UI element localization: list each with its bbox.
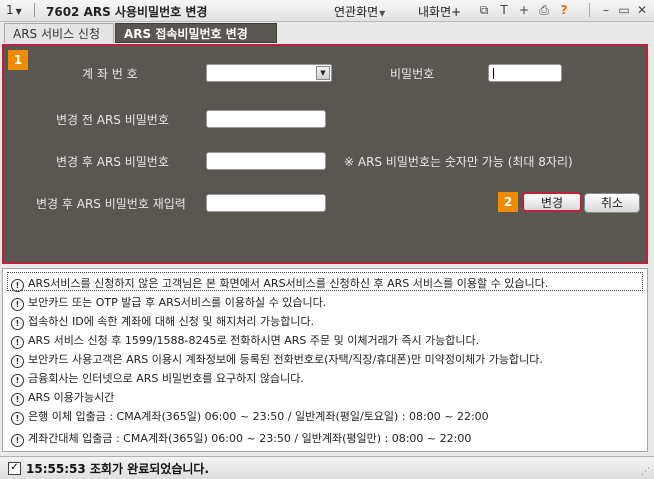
password-rule-note: ※ ARS 비밀번호는 숫자만 가능 (최대 8자리): [344, 155, 573, 169]
confirm-password-input[interactable]: [206, 194, 326, 212]
after-password-input[interactable]: [206, 152, 326, 170]
before-password-label: 변경 전 ARS 비밀번호: [56, 113, 169, 127]
divider: [34, 3, 35, 17]
print-icon[interactable]: ⎙: [536, 2, 552, 18]
chevron-down-icon: ▼: [379, 9, 386, 18]
related-screen-label: 연관화면: [334, 5, 379, 19]
info-text: ARS서비스를 신청하지 않은 고객님은 본 화면에서 ARS서비스를 신청하신…: [28, 277, 549, 290]
info-icon: !: [11, 393, 24, 406]
info-line: ! ARS서비스를 신청하지 않은 고객님은 본 화면에서 ARS서비스를 신청하…: [11, 275, 548, 292]
resize-grip-icon[interactable]: ⋰: [641, 467, 651, 477]
tab-ars-service-apply[interactable]: ARS 서비스 신청: [4, 23, 114, 43]
password-change-panel: 1 계 좌 번 호 ▼ 비밀번호 변경 전 ARS 비밀번호 변경 후 ARS …: [2, 44, 648, 264]
info-line: ! 보안카드 사용고객은 ARS 이용시 계좌정보에 등록된 전화번호로(자택/직…: [11, 351, 543, 368]
info-text: 계좌간대체 입출금 : CMA계좌(365일) 06:00 ~ 23:50 / …: [28, 432, 472, 445]
info-icon: !: [11, 336, 24, 349]
change-button[interactable]: 변경: [522, 192, 582, 212]
chevron-down-icon: ▼: [15, 7, 22, 16]
tab-bar: ARS 서비스 신청 ARS 접속비밀번호 변경: [0, 22, 654, 44]
step-badge-1: 1: [8, 50, 28, 70]
before-password-input[interactable]: [206, 110, 326, 128]
status-message: 15:55:53 조회가 완료되었습니다.: [26, 462, 210, 476]
info-line: ! ARS 서비스 신청 후 1599/1588-8245로 전화하시면 ARS …: [11, 332, 479, 349]
info-line: ! 금융회사는 인터넷으로 ARS 비밀번호를 요구하지 않습니다.: [11, 370, 304, 387]
plus-icon: +: [451, 5, 462, 19]
chevron-down-icon[interactable]: ▼: [316, 66, 330, 80]
window-title: 7602 ARS 사용비밀번호 변경: [46, 5, 208, 19]
screen-number: 1: [6, 3, 14, 17]
check-icon: ✓: [8, 462, 21, 475]
info-line: ! 접속하신 ID에 속한 계좌에 대해 신청 및 해지처리 가능합니다.: [11, 313, 314, 330]
close-icon[interactable]: ✕: [634, 2, 650, 18]
info-text: 금융회사는 인터넷으로 ARS 비밀번호를 요구하지 않습니다.: [28, 372, 304, 385]
info-icon: !: [11, 279, 24, 292]
account-number-select[interactable]: ▼: [206, 64, 332, 82]
password-input[interactable]: [488, 64, 562, 82]
info-text: 은행 이체 입출금 : CMA계좌(365일) 06:00 ~ 23:50 / …: [28, 410, 489, 423]
info-text: 보안카드 또는 OTP 발급 후 ARS서비스를 이용하실 수 있습니다.: [28, 296, 327, 309]
info-text: 보안카드 사용고객은 ARS 이용시 계좌정보에 등록된 전화번호로(자택/직장…: [28, 353, 543, 366]
title-bar: 1 ▼ 7602 ARS 사용비밀번호 변경 연관화면▼ 내화면+ ⧉ T + ⎙…: [0, 0, 654, 22]
password-label: 비밀번호: [390, 67, 435, 81]
info-icon: !: [11, 434, 24, 447]
info-icon: !: [11, 355, 24, 368]
status-bar: ✓ 15:55:53 조회가 완료되었습니다. ⋰: [0, 456, 654, 479]
add-icon[interactable]: +: [516, 2, 532, 18]
info-icon: !: [11, 374, 24, 387]
link-window-icon[interactable]: ⧉: [476, 2, 492, 18]
my-screen-label: 내화면: [418, 5, 452, 19]
screen-number-dropdown[interactable]: 1 ▼: [6, 3, 22, 17]
info-line: ! 계좌간대체 입출금 : CMA계좌(365일) 06:00 ~ 23:50 /…: [11, 430, 471, 447]
account-number-label: 계 좌 번 호: [82, 67, 138, 81]
info-text: ARS 서비스 신청 후 1599/1588-8245로 전화하시면 ARS 주…: [28, 334, 480, 347]
text-cursor: [493, 68, 494, 79]
tab-ars-password-change[interactable]: ARS 접속비밀번호 변경: [115, 23, 277, 43]
info-icon: !: [11, 317, 24, 330]
info-text: 접속하신 ID에 속한 계좌에 대해 신청 및 해지처리 가능합니다.: [28, 315, 315, 328]
info-notice-area: ! ARS서비스를 신청하지 않은 고객님은 본 화면에서 ARS서비스를 신청하…: [2, 268, 648, 452]
cancel-button[interactable]: 취소: [584, 193, 640, 213]
info-line: ! ARS 이용가능시간: [11, 389, 114, 406]
info-icon: !: [11, 412, 24, 425]
help-icon[interactable]: ?: [556, 2, 572, 18]
info-text: ARS 이용가능시간: [28, 391, 115, 404]
info-line: ! 보안카드 또는 OTP 발급 후 ARS서비스를 이용하실 수 있습니다.: [11, 294, 326, 311]
minimize-icon[interactable]: –: [598, 2, 614, 18]
related-screen-menu[interactable]: 연관화면▼: [334, 3, 385, 20]
my-screen-menu[interactable]: 내화면+: [418, 3, 461, 20]
info-line: ! 은행 이체 입출금 : CMA계좌(365일) 06:00 ~ 23:50 /…: [11, 408, 489, 425]
maximize-icon[interactable]: ▭: [616, 2, 632, 18]
text-size-icon[interactable]: T: [496, 2, 512, 18]
step-badge-2: 2: [498, 192, 518, 212]
info-icon: !: [11, 298, 24, 311]
divider: [589, 3, 590, 17]
confirm-password-label: 변경 후 ARS 비밀번호 재입력: [36, 197, 186, 211]
after-password-label: 변경 후 ARS 비밀번호: [56, 155, 169, 169]
